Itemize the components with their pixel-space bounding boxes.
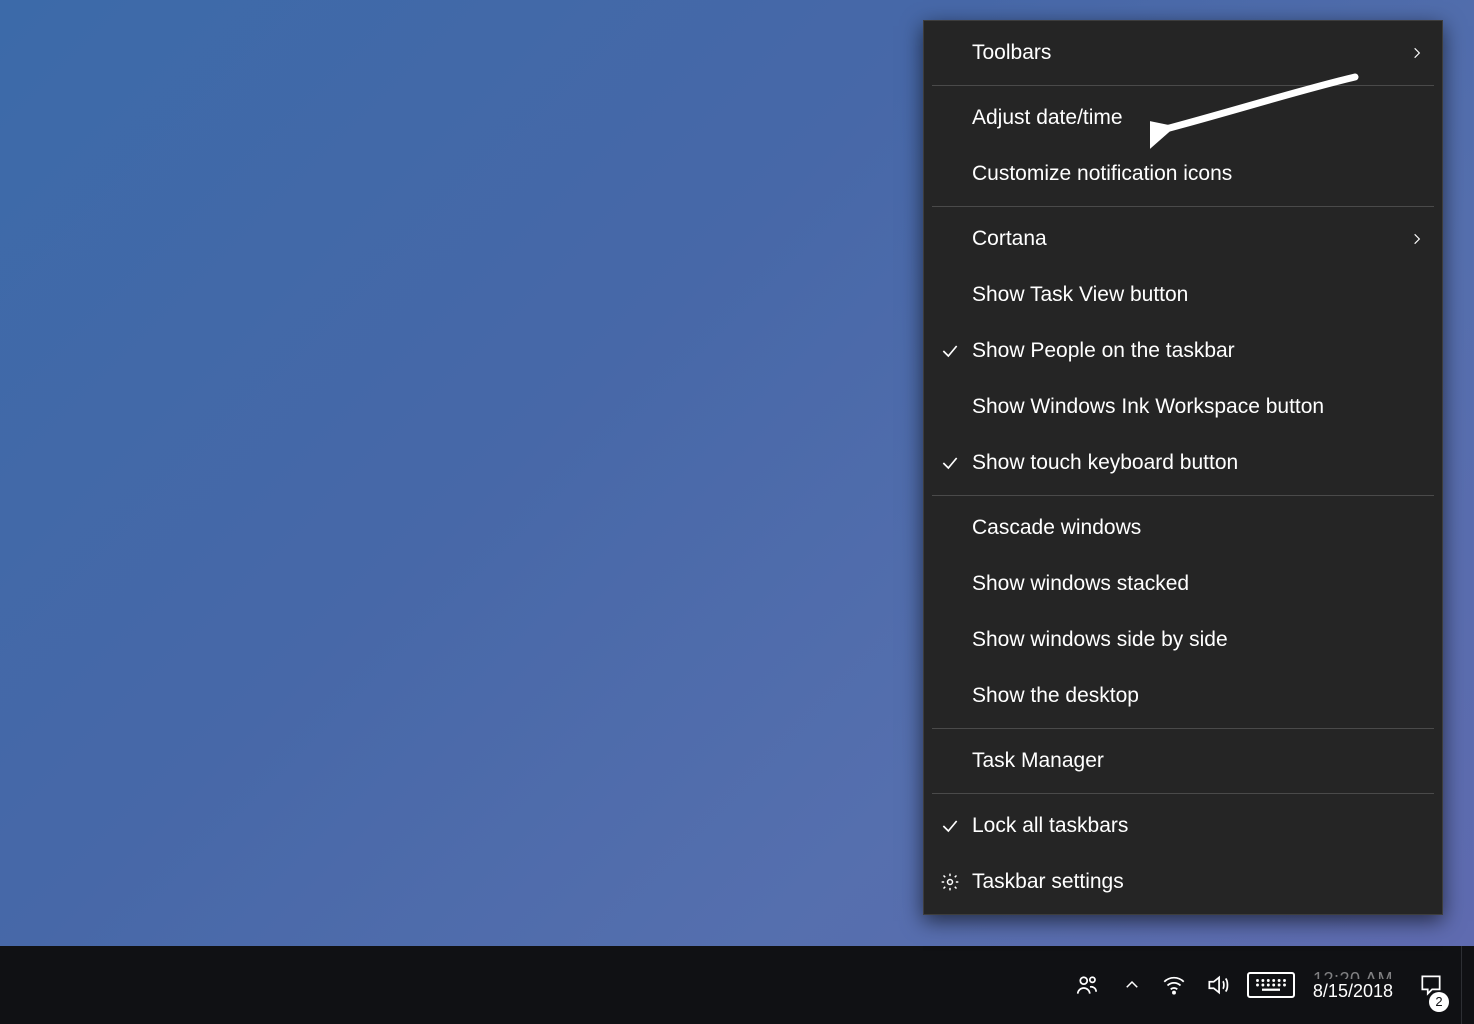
- touch-keyboard-icon[interactable]: [1243, 946, 1299, 1024]
- menu-item-adjust-date-time[interactable]: Adjust date/time: [924, 90, 1442, 146]
- menu-item-label: Show windows side by side: [972, 628, 1228, 652]
- menu-item-show-task-view-button[interactable]: Show Task View button: [924, 267, 1442, 323]
- menu-item-label: Show touch keyboard button: [972, 451, 1238, 475]
- menu-separator: [932, 495, 1434, 496]
- menu-separator: [932, 728, 1434, 729]
- menu-item-label: Cascade windows: [972, 516, 1141, 540]
- check-icon: [934, 798, 966, 854]
- menu-item-show-the-desktop[interactable]: Show the desktop: [924, 668, 1442, 724]
- check-icon: [934, 323, 966, 379]
- menu-item-label: Adjust date/time: [972, 106, 1123, 130]
- action-center-badge: 2: [1429, 992, 1449, 1012]
- menu-item-label: Show Task View button: [972, 283, 1188, 307]
- menu-item-show-touch-keyboard-button[interactable]: Show touch keyboard button: [924, 435, 1442, 491]
- menu-item-label: Show People on the taskbar: [972, 339, 1235, 363]
- menu-item-show-windows-stacked[interactable]: Show windows stacked: [924, 556, 1442, 612]
- menu-item-label: Customize notification icons: [972, 162, 1232, 186]
- taskbar: 12:20 AM 8/15/2018 2: [0, 946, 1474, 1024]
- show-desktop-strip[interactable]: [1461, 946, 1468, 1024]
- taskbar-system-tray: 12:20 AM 8/15/2018 2: [1065, 946, 1474, 1024]
- menu-item-label: Task Manager: [972, 749, 1104, 773]
- wifi-icon[interactable]: [1155, 946, 1193, 1024]
- menu-item-show-windows-side-by-side[interactable]: Show windows side by side: [924, 612, 1442, 668]
- chevron-right-icon: [1410, 42, 1424, 64]
- menu-item-show-windows-ink-workspace-button[interactable]: Show Windows Ink Workspace button: [924, 379, 1442, 435]
- menu-item-lock-all-taskbars[interactable]: Lock all taskbars: [924, 798, 1442, 854]
- chevron-right-icon: [1410, 228, 1424, 250]
- volume-icon[interactable]: [1199, 946, 1237, 1024]
- menu-item-show-people-on-taskbar[interactable]: Show People on the taskbar: [924, 323, 1442, 379]
- menu-item-label: Toolbars: [972, 41, 1051, 65]
- menu-item-label: Show windows stacked: [972, 572, 1189, 596]
- menu-separator: [932, 206, 1434, 207]
- taskbar-clock[interactable]: 12:20 AM 8/15/2018: [1305, 946, 1401, 1024]
- check-icon: [934, 435, 966, 491]
- menu-item-cascade-windows[interactable]: Cascade windows: [924, 500, 1442, 556]
- menu-item-customize-notification-icons[interactable]: Customize notification icons: [924, 146, 1442, 202]
- menu-item-label: Show Windows Ink Workspace button: [972, 395, 1324, 419]
- menu-separator: [932, 793, 1434, 794]
- people-icon[interactable]: [1065, 946, 1109, 1024]
- taskbar-clock-time: 12:20 AM: [1313, 969, 1393, 979]
- menu-item-label: Lock all taskbars: [972, 814, 1128, 838]
- tray-overflow-chevron-icon[interactable]: [1115, 946, 1149, 1024]
- menu-item-label: Taskbar settings: [972, 870, 1124, 894]
- menu-item-taskbar-settings[interactable]: Taskbar settings: [924, 854, 1442, 910]
- taskbar-clock-date: 8/15/2018: [1313, 981, 1393, 1001]
- menu-item-cortana[interactable]: Cortana: [924, 211, 1442, 267]
- menu-item-task-manager[interactable]: Task Manager: [924, 733, 1442, 789]
- gear-icon: [934, 854, 966, 910]
- menu-separator: [932, 85, 1434, 86]
- menu-item-label: Show the desktop: [972, 684, 1139, 708]
- menu-item-toolbars[interactable]: Toolbars: [924, 25, 1442, 81]
- menu-item-label: Cortana: [972, 227, 1047, 251]
- action-center-icon[interactable]: 2: [1407, 946, 1455, 1024]
- taskbar-context-menu: Toolbars Adjust date/time Customize noti…: [923, 20, 1443, 915]
